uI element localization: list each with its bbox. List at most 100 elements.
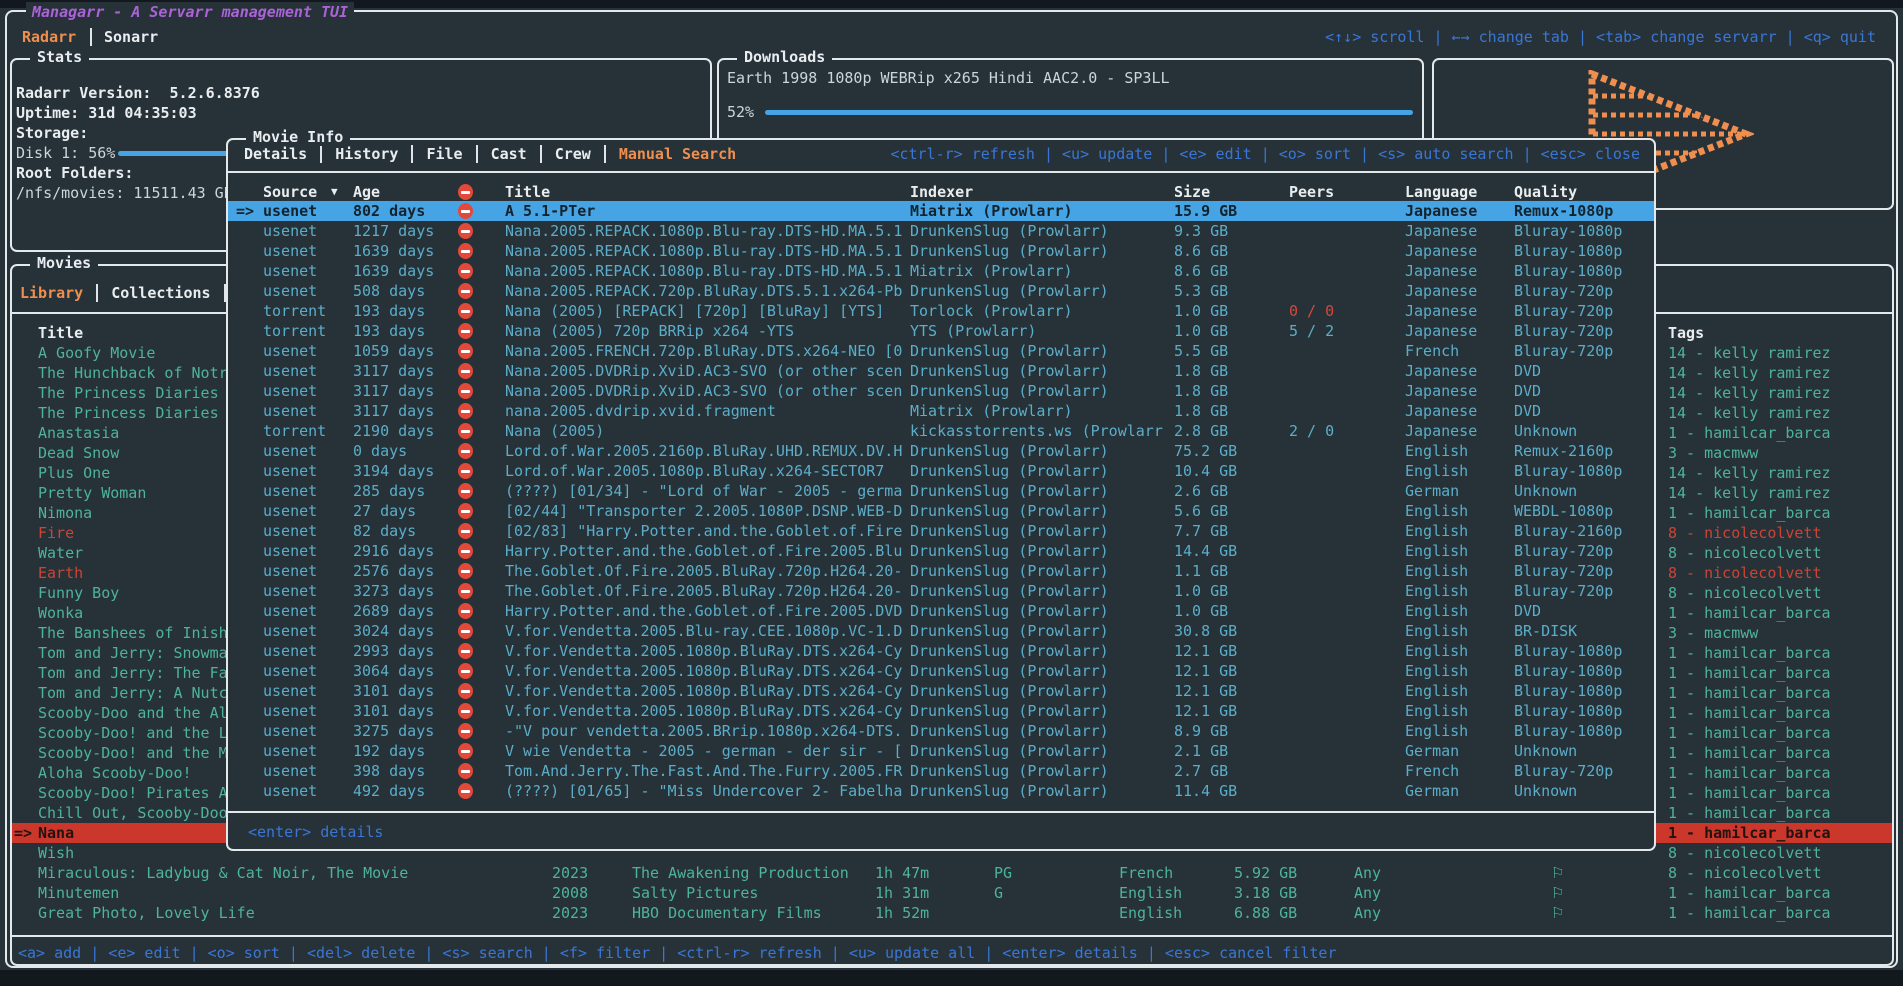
release-row[interactable]: torrent2190 daysNana (2005)kickasstorren… bbox=[228, 421, 1654, 441]
release-peers: 2 / 0 bbox=[1289, 421, 1334, 441]
movie-title-cell: Tom and Jerry: The Fa bbox=[38, 663, 228, 683]
release-indexer: DrunkenSlug (Prowlarr) bbox=[910, 241, 1109, 261]
release-indexer: DrunkenSlug (Prowlarr) bbox=[910, 621, 1109, 641]
release-row[interactable]: torrent193 daysNana (2005) [REPACK] [720… bbox=[228, 301, 1654, 321]
movie-language-cell: English bbox=[1119, 903, 1182, 923]
release-size: 12.1 GB bbox=[1174, 701, 1237, 721]
release-row[interactable]: usenet3117 daysnana.2005.dvdrip.xvid.fra… bbox=[228, 401, 1654, 421]
release-language: English bbox=[1405, 461, 1468, 481]
column-header-source[interactable]: Source bbox=[263, 182, 317, 202]
rejected-icon bbox=[458, 583, 473, 599]
rejected-icon bbox=[458, 703, 473, 719]
movie-tag-cell: 8 - nicolecolvett bbox=[1668, 863, 1822, 883]
release-row[interactable]: torrent193 daysNana (2005) 720p BRRip x2… bbox=[228, 321, 1654, 341]
release-row[interactable]: usenet2576 daysThe.Goblet.Of.Fire.2005.B… bbox=[228, 561, 1654, 581]
release-row[interactable]: usenet1059 daysNana.2005.FRENCH.720p.Blu… bbox=[228, 341, 1654, 361]
release-row[interactable]: usenet0 daysLord.of.War.2005.2160p.BluRa… bbox=[228, 441, 1654, 461]
column-header-title[interactable]: Title bbox=[38, 323, 83, 343]
tab-library[interactable]: Library bbox=[20, 284, 83, 302]
release-source: usenet bbox=[263, 601, 317, 621]
rejected-icon bbox=[458, 243, 473, 259]
column-header-indexer[interactable]: Indexer bbox=[910, 182, 973, 202]
tab-crew[interactable]: Crew bbox=[555, 145, 591, 163]
movie-title-cell: Minutemen bbox=[38, 883, 119, 903]
release-row[interactable]: usenet2916 daysHarry.Potter.and.the.Gobl… bbox=[228, 541, 1654, 561]
tab-manual-search[interactable]: Manual Search bbox=[619, 145, 736, 163]
release-indexer: DrunkenSlug (Prowlarr) bbox=[910, 741, 1109, 761]
release-row[interactable]: =>usenet802 daysA 5.1-PTerMiatrix (Prowl… bbox=[228, 201, 1654, 221]
tab-radarr[interactable]: Radarr bbox=[22, 27, 76, 47]
tab-sonarr[interactable]: Sonarr bbox=[104, 27, 158, 47]
tab-details[interactable]: Details bbox=[244, 145, 307, 163]
release-row[interactable]: usenet1639 daysNana.2005.REPACK.1080p.Bl… bbox=[228, 241, 1654, 261]
release-title: Harry.Potter.and.the.Goblet.of.Fire.2005… bbox=[505, 541, 902, 561]
release-language: Japanese bbox=[1405, 261, 1477, 281]
release-row[interactable]: usenet3101 daysV.for.Vendetta.2005.1080p… bbox=[228, 681, 1654, 701]
tab-collections[interactable]: Collections bbox=[111, 284, 210, 302]
column-header-peers[interactable]: Peers bbox=[1289, 182, 1334, 202]
release-row[interactable]: usenet3117 daysNana.2005.DVDRip.XviD.AC3… bbox=[228, 361, 1654, 381]
release-quality: Bluray-1080p bbox=[1514, 721, 1622, 741]
column-header-tags[interactable]: Tags bbox=[1668, 323, 1704, 343]
rejected-icon bbox=[458, 423, 473, 439]
release-row[interactable]: usenet508 daysNana.2005.REPACK.720p.BluR… bbox=[228, 281, 1654, 301]
movie-tag-cell: 1 - hamilcar_barca bbox=[1668, 723, 1831, 743]
release-quality: Bluray-1080p bbox=[1514, 661, 1622, 681]
release-row[interactable]: usenet2689 daysHarry.Potter.and.the.Gobl… bbox=[228, 601, 1654, 621]
column-header-release-title[interactable]: Title bbox=[505, 182, 550, 202]
release-language: Japanese bbox=[1405, 321, 1477, 341]
release-quality: Bluray-720p bbox=[1514, 541, 1613, 561]
release-row[interactable]: usenet3064 daysV.for.Vendetta.2005.1080p… bbox=[228, 661, 1654, 681]
root-folder-value: /nfs/movies: 11511.43 GB bbox=[16, 183, 233, 203]
release-size: 1.1 GB bbox=[1174, 561, 1228, 581]
release-indexer: YTS (Prowlarr) bbox=[910, 321, 1036, 341]
movie-info-keybinds: <ctrl-r> refresh | <u> update | <e> edit… bbox=[890, 144, 1640, 164]
release-row[interactable]: usenet285 days(????) [01/34] - "Lord of … bbox=[228, 481, 1654, 501]
release-row[interactable]: usenet82 days[02/83] "Harry.Potter.and.t… bbox=[228, 521, 1654, 541]
column-header-quality[interactable]: Quality bbox=[1514, 182, 1577, 202]
column-header-age[interactable]: Age bbox=[353, 182, 380, 202]
release-title: V wie Vendetta - 2005 - german - der sir… bbox=[505, 741, 902, 761]
tab-file[interactable]: File bbox=[426, 145, 462, 163]
release-indexer: DrunkenSlug (Prowlarr) bbox=[910, 661, 1109, 681]
movie-row[interactable]: Minutemen2008Salty Pictures1h 31mGEnglis… bbox=[12, 883, 1892, 903]
release-row[interactable]: usenet3194 daysLord.of.War.2005.1080p.Bl… bbox=[228, 461, 1654, 481]
movie-tag-cell: 14 - kelly ramirez bbox=[1668, 483, 1831, 503]
release-row[interactable]: usenet3273 daysThe.Goblet.Of.Fire.2005.B… bbox=[228, 581, 1654, 601]
release-row[interactable]: usenet27 days[02/44] "Transporter 2.2005… bbox=[228, 501, 1654, 521]
rejected-icon bbox=[458, 663, 473, 679]
release-title: V.for.Vendetta.2005.Blu-ray.CEE.1080p.VC… bbox=[505, 621, 902, 641]
release-title: Tom.And.Jerry.The.Fast.And.The.Furry.200… bbox=[505, 761, 902, 781]
release-row[interactable]: usenet1639 daysNana.2005.REPACK.1080p.Bl… bbox=[228, 261, 1654, 281]
column-header-language[interactable]: Language bbox=[1405, 182, 1477, 202]
release-quality: BR-DISK bbox=[1514, 621, 1577, 641]
release-row[interactable]: usenet192 daysV wie Vendetta - 2005 - ge… bbox=[228, 741, 1654, 761]
movie-row[interactable]: Great Photo, Lovely Life2023HBO Document… bbox=[12, 903, 1892, 923]
release-row[interactable]: usenet1217 daysNana.2005.REPACK.1080p.Bl… bbox=[228, 221, 1654, 241]
release-row[interactable]: usenet2993 daysV.for.Vendetta.2005.1080p… bbox=[228, 641, 1654, 661]
tab-history[interactable]: History bbox=[335, 145, 398, 163]
release-quality: Bluray-1080p bbox=[1514, 241, 1622, 261]
column-header-size[interactable]: Size bbox=[1174, 182, 1210, 202]
release-row[interactable]: usenet3024 daysV.for.Vendetta.2005.Blu-r… bbox=[228, 621, 1654, 641]
release-title: A 5.1-PTer bbox=[505, 201, 595, 221]
release-title: The.Goblet.Of.Fire.2005.BluRay.720p.H264… bbox=[505, 581, 902, 601]
downloads-panel-title: Downloads bbox=[737, 48, 832, 66]
release-indexer: Miatrix (Prowlarr) bbox=[910, 261, 1073, 281]
release-row[interactable]: usenet3117 daysNana.2005.DVDRip.XviD.AC3… bbox=[228, 381, 1654, 401]
release-row[interactable]: usenet3101 daysV.for.Vendetta.2005.1080p… bbox=[228, 701, 1654, 721]
tag-icon: ⚐ bbox=[1551, 903, 1564, 923]
movie-title-cell: Funny Boy bbox=[38, 583, 119, 603]
release-title: Harry.Potter.and.the.Goblet.of.Fire.2005… bbox=[505, 601, 902, 621]
movie-row[interactable]: Miraculous: Ladybug & Cat Noir, The Movi… bbox=[12, 863, 1892, 883]
release-size: 1.0 GB bbox=[1174, 321, 1228, 341]
movie-tag-cell: 1 - hamilcar_barca bbox=[1668, 903, 1831, 923]
release-language: English bbox=[1405, 721, 1468, 741]
release-row[interactable]: usenet492 days(????) [01/65] - "Miss Und… bbox=[228, 781, 1654, 801]
release-age: 3275 days bbox=[353, 721, 434, 741]
release-row[interactable]: usenet398 daysTom.And.Jerry.The.Fast.And… bbox=[228, 761, 1654, 781]
tab-cast[interactable]: Cast bbox=[491, 145, 527, 163]
release-source: usenet bbox=[263, 621, 317, 641]
release-age: 3101 days bbox=[353, 681, 434, 701]
release-row[interactable]: usenet3275 days-"V pour vendetta.2005.BR… bbox=[228, 721, 1654, 741]
